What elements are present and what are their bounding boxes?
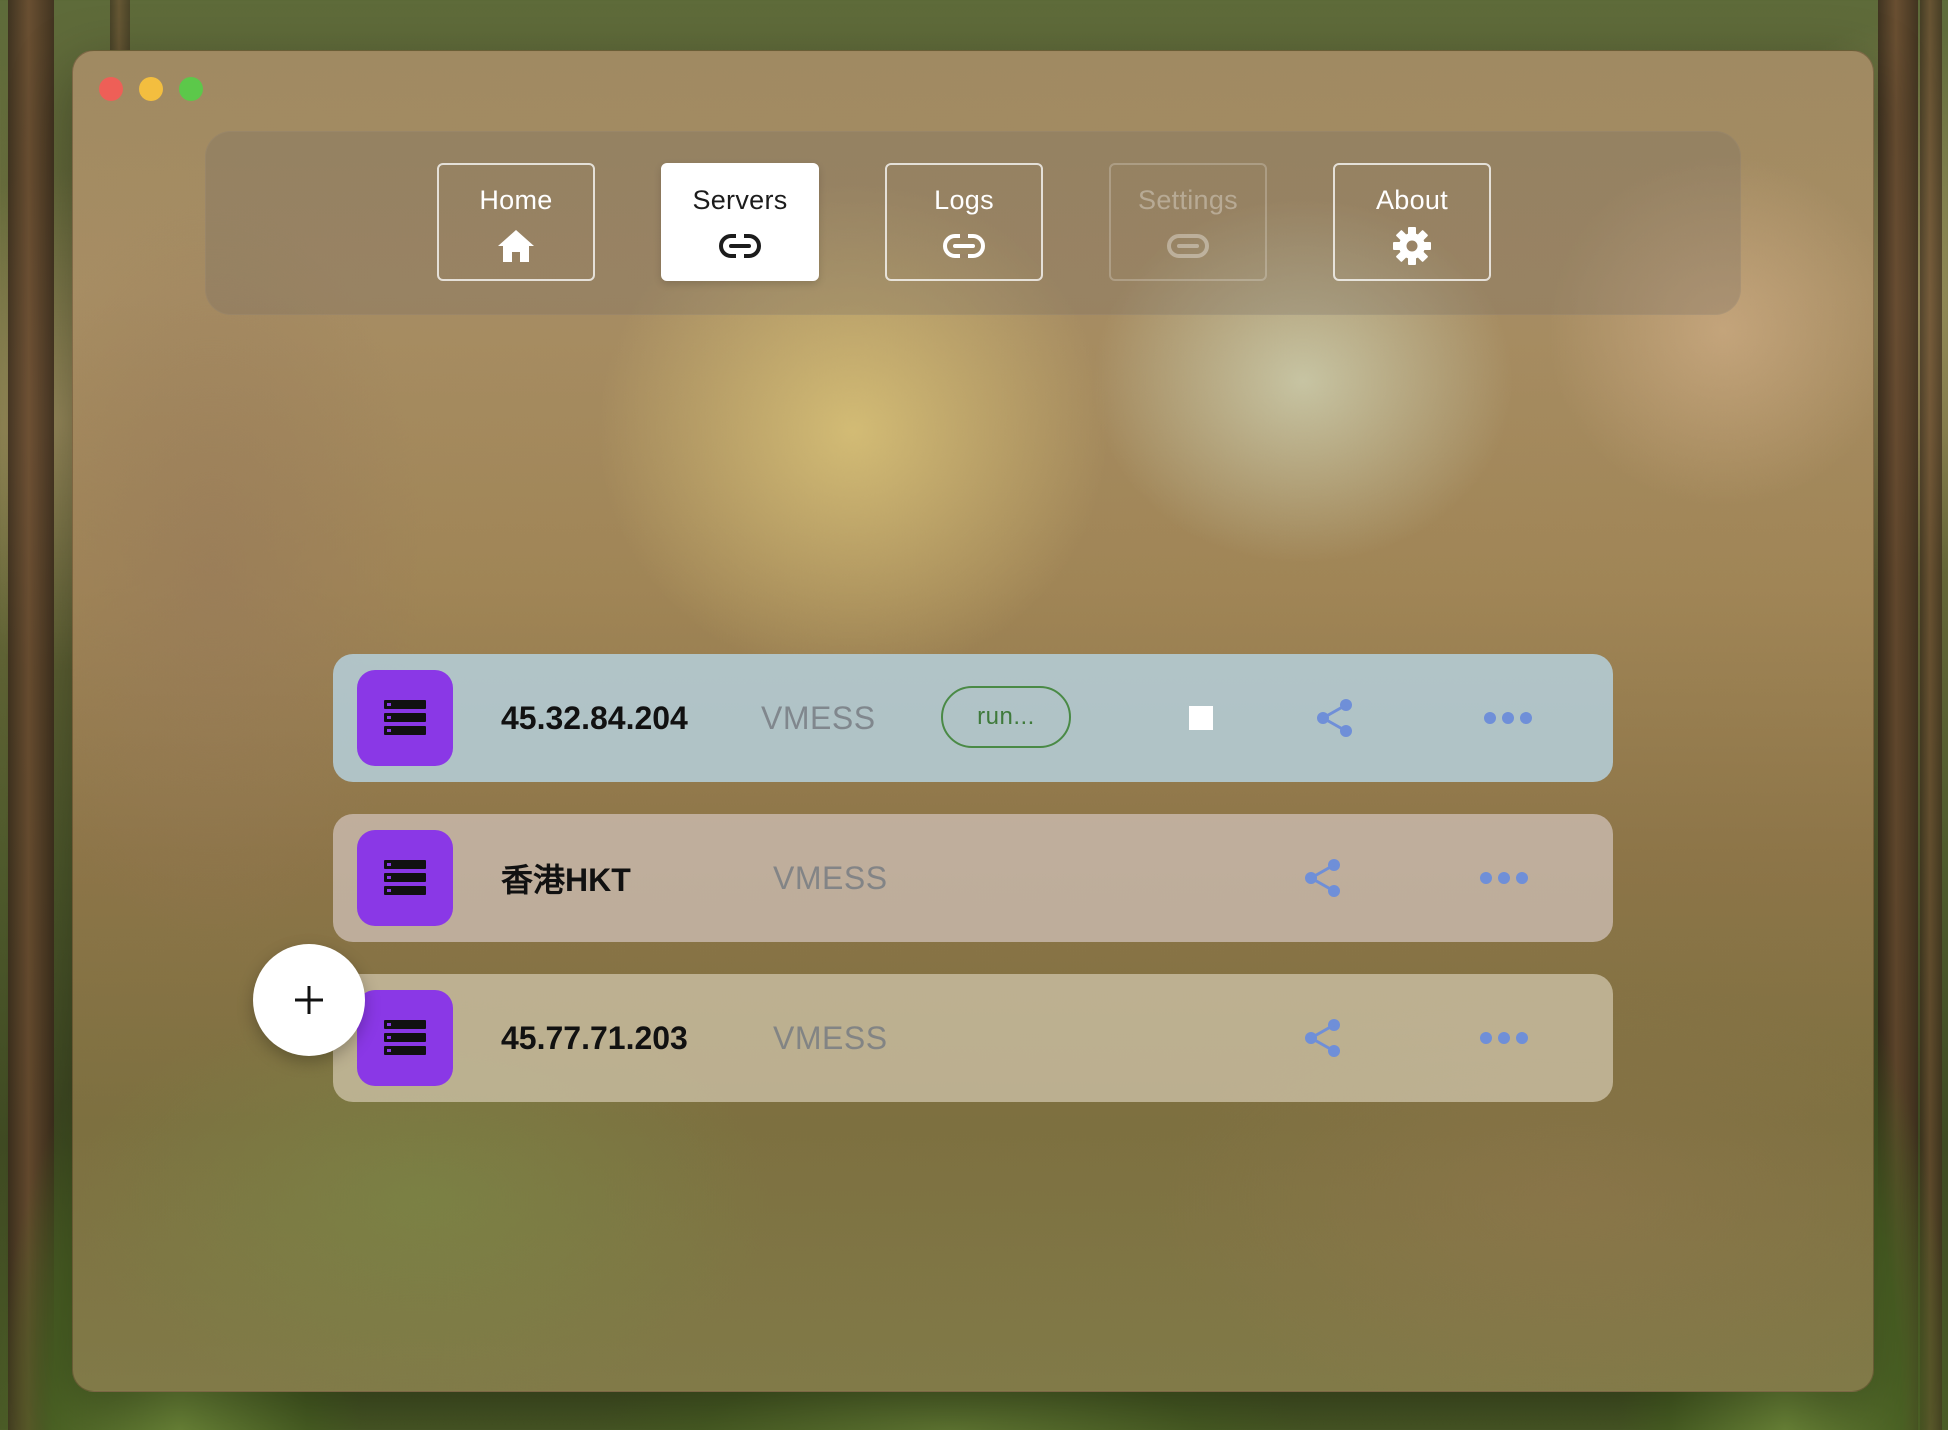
add-server-button[interactable] — [253, 944, 365, 1056]
nav-home-label: Home — [479, 185, 553, 215]
link-icon — [1167, 226, 1209, 266]
nav-servers[interactable]: Servers — [661, 163, 819, 281]
server-name: 香港HKT — [501, 862, 631, 898]
plus-icon — [295, 986, 323, 1014]
nav-settings[interactable]: Settings — [1109, 163, 1267, 281]
server-protocol: VMESS — [773, 1019, 888, 1056]
share-icon[interactable] — [1313, 698, 1357, 738]
nav-servers-label: Servers — [692, 185, 788, 215]
server-row[interactable]: 香港HKT VMESS — [333, 814, 1613, 942]
home-icon — [496, 226, 536, 266]
share-icon[interactable] — [1301, 858, 1345, 898]
server-name: 45.32.84.204 — [501, 699, 688, 736]
server-icon — [357, 990, 453, 1086]
server-name: 45.77.71.203 — [501, 1019, 688, 1056]
server-icon — [357, 830, 453, 926]
more-icon[interactable] — [1479, 1018, 1529, 1058]
server-protocol: VMESS — [761, 699, 876, 736]
nav-home[interactable]: Home — [437, 163, 595, 281]
minimize-button[interactable] — [139, 77, 163, 101]
nav-about-label: About — [1375, 185, 1449, 215]
link-icon — [943, 226, 985, 266]
more-icon[interactable] — [1479, 858, 1529, 898]
gear-icon — [1392, 226, 1432, 266]
server-protocol: VMESS — [773, 859, 888, 896]
link-icon — [719, 226, 761, 266]
share-icon[interactable] — [1301, 1018, 1345, 1058]
nav-logs[interactable]: Logs — [885, 163, 1043, 281]
close-button[interactable] — [99, 77, 123, 101]
server-icon — [357, 670, 453, 766]
window-controls — [99, 77, 203, 101]
status-badge: run... — [941, 686, 1071, 748]
stop-button[interactable] — [1189, 706, 1213, 730]
app-window: Home Servers Logs Settings About 45.32.8… — [72, 50, 1874, 1392]
nav-bar: Home Servers Logs Settings About — [205, 131, 1741, 315]
nav-logs-label: Logs — [934, 185, 994, 215]
maximize-button[interactable] — [179, 77, 203, 101]
server-row[interactable]: 45.32.84.204 VMESS run... — [333, 654, 1613, 782]
nav-settings-label: Settings — [1138, 185, 1238, 215]
server-row[interactable]: 45.77.71.203 VMESS — [333, 974, 1613, 1102]
more-icon[interactable] — [1483, 698, 1533, 738]
nav-about[interactable]: About — [1333, 163, 1491, 281]
